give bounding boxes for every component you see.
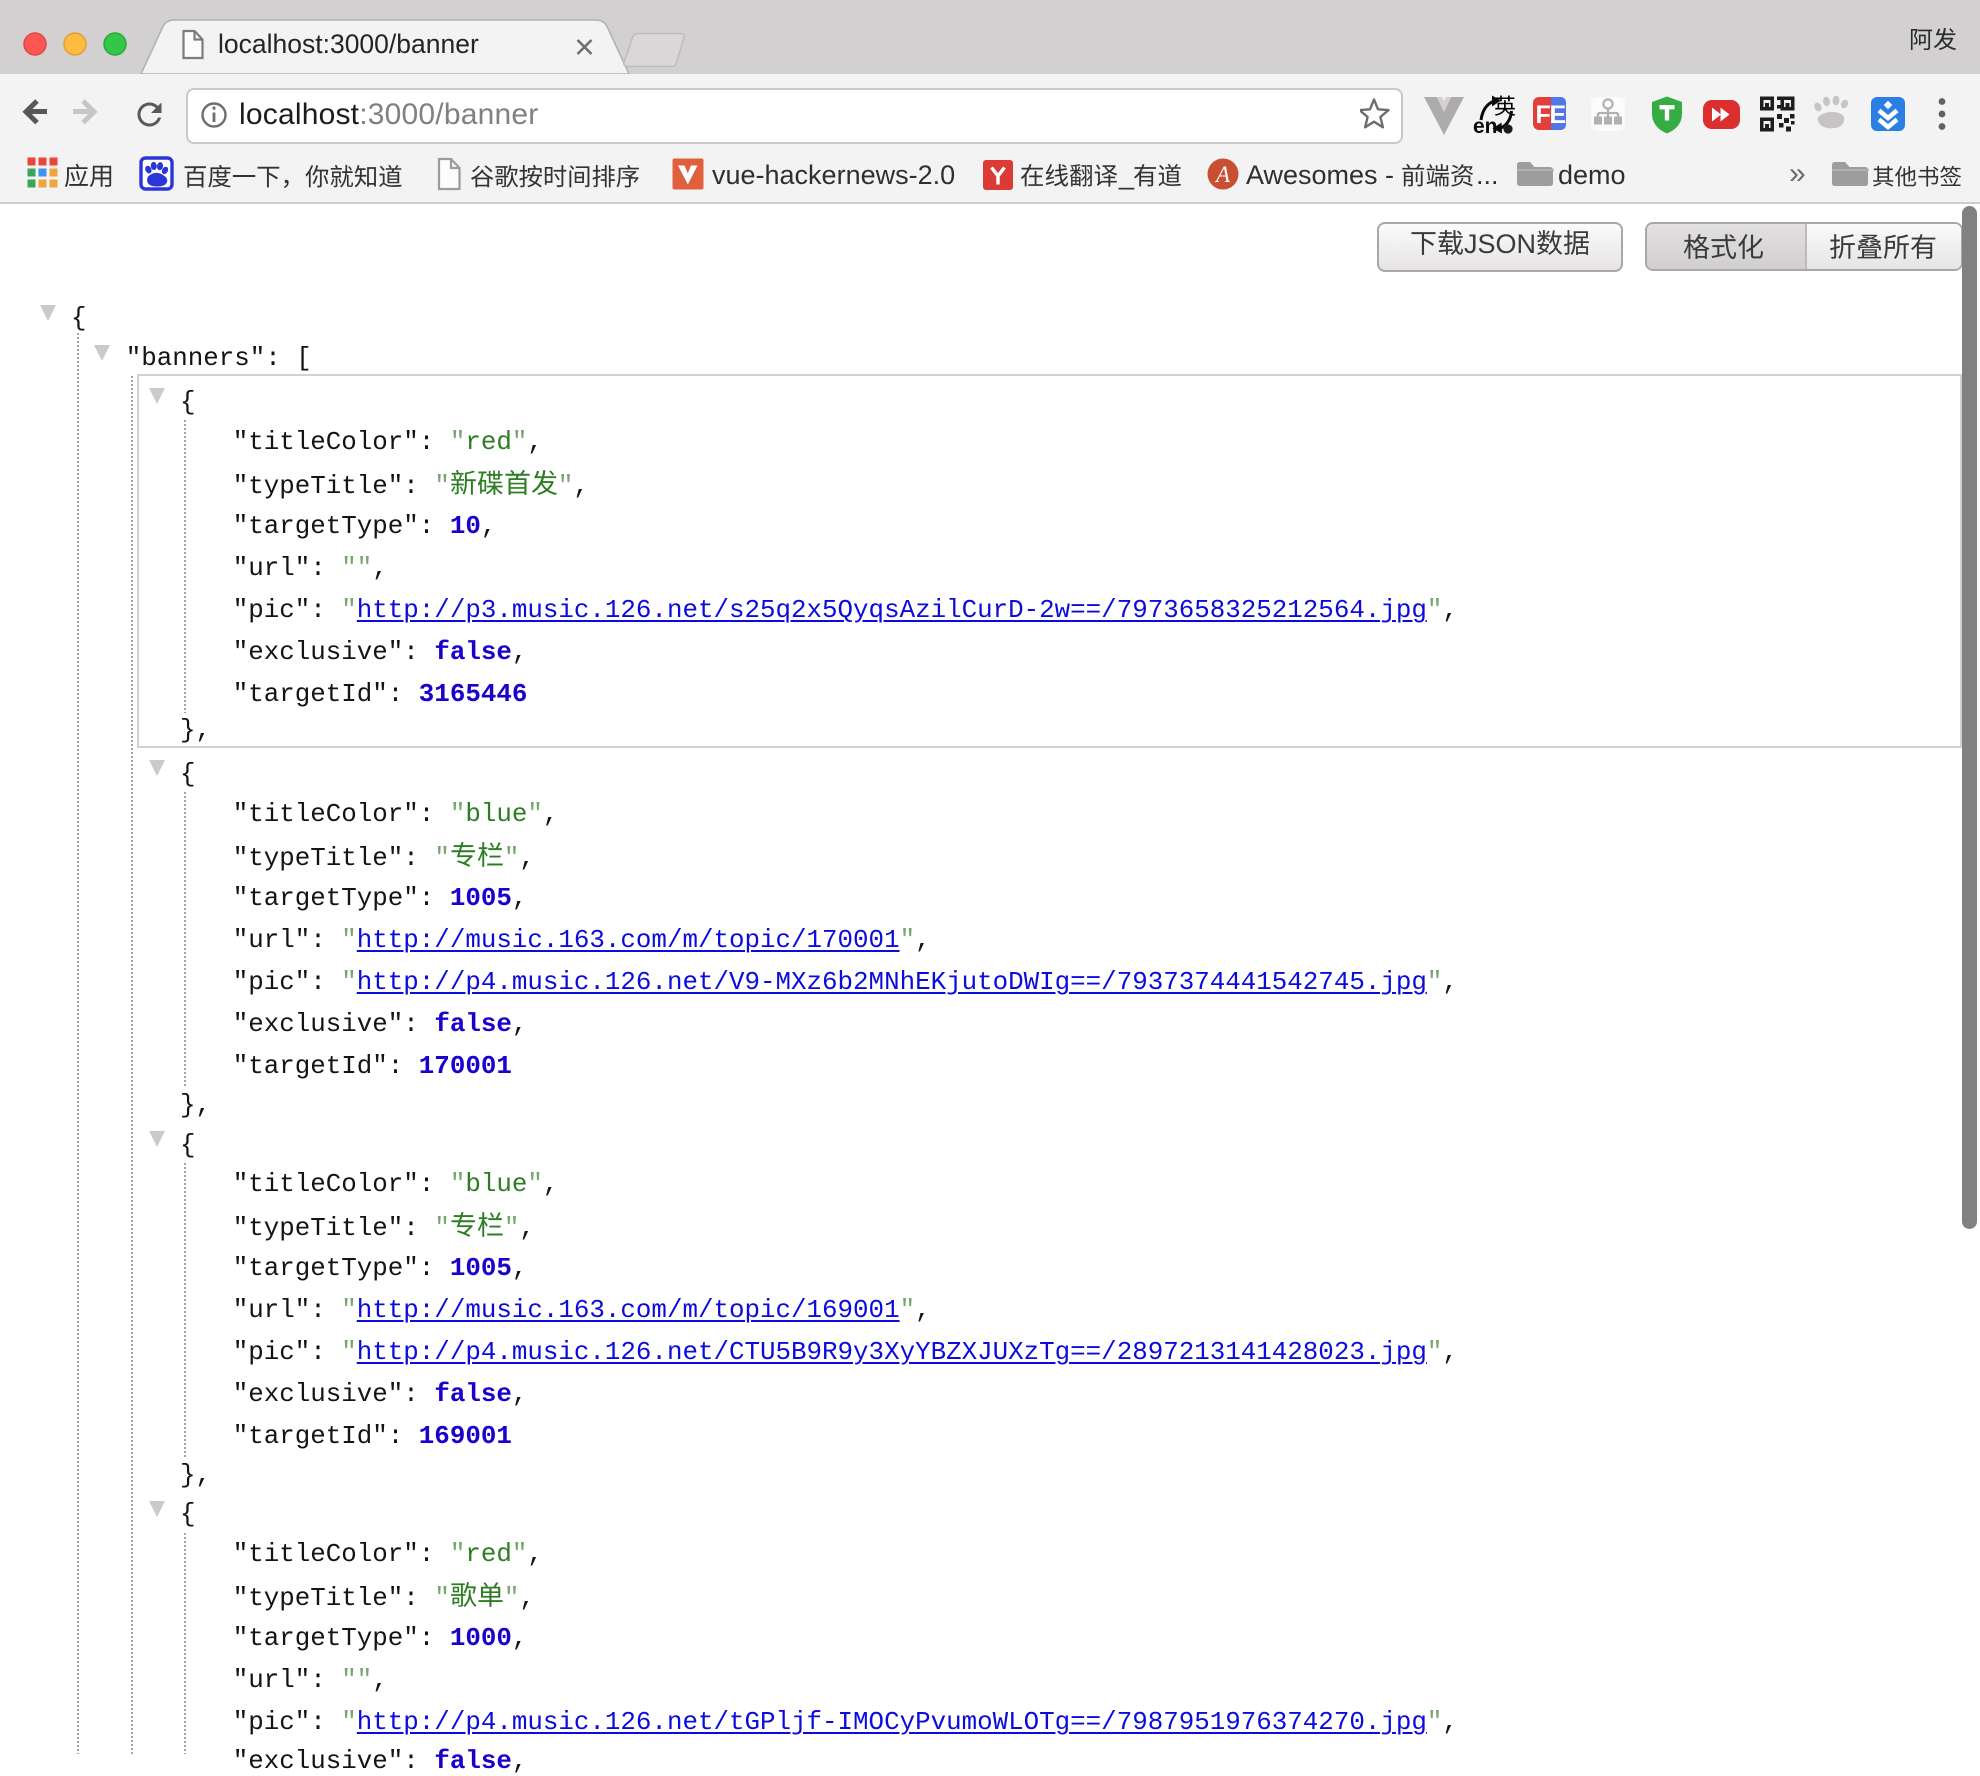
svg-text:en: en xyxy=(1473,115,1498,138)
svg-text:A: A xyxy=(1214,162,1231,187)
svg-text:E: E xyxy=(1550,101,1567,129)
svg-text:F: F xyxy=(1536,101,1551,129)
